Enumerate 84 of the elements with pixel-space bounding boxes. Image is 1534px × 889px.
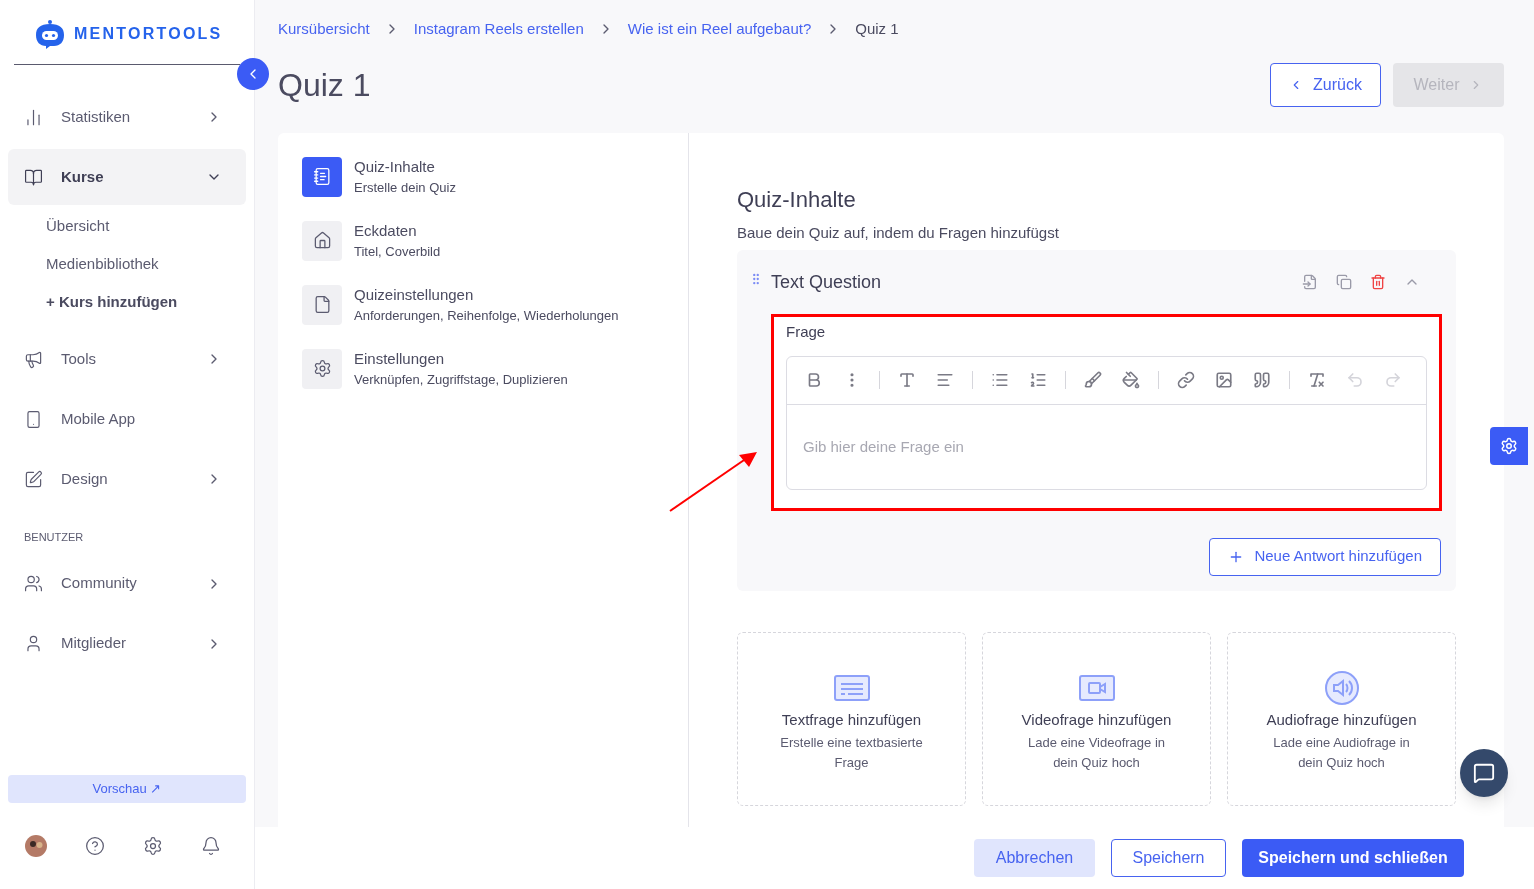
- section-description: Baue dein Quiz auf, indem du Fragen hinzufügst: [737, 222, 1060, 243]
- copy-icon[interactable]: [1336, 274, 1352, 290]
- step-item[interactable]: Quizeinstellungen Anforderungen, Reihenfolge, Wiederholungen: [302, 283, 688, 326]
- save-and-close-button[interactable]: Speichern und schließen: [1242, 839, 1464, 877]
- page-title: Quiz 1: [278, 65, 372, 105]
- save-button[interactable]: Speichern: [1111, 839, 1226, 877]
- add-answer-button[interactable]: Neue Antwort hinzufügen: [1209, 537, 1441, 576]
- delete-icon[interactable]: [1370, 274, 1386, 290]
- nav-icon: [24, 167, 43, 187]
- help-icon[interactable]: [85, 836, 105, 856]
- step-subtitle: Erstelle dein Quiz: [354, 179, 456, 197]
- field-label: Frage: [786, 322, 827, 342]
- nav-icon: [24, 634, 43, 653]
- speaker-icon: [1324, 670, 1359, 705]
- question-input[interactable]: Gib hier deine Frage ein: [787, 404, 1426, 489]
- toolbar-icon[interactable]: [1177, 371, 1195, 389]
- settings-icon: [1500, 437, 1518, 455]
- sidebar-subitem[interactable]: Medienbibliothek: [8, 245, 246, 283]
- sidebar-item[interactable]: Kurse: [8, 149, 246, 205]
- step-item[interactable]: Eckdaten Titel, Coverbild: [302, 219, 688, 262]
- step-item[interactable]: Quiz-Inhalte Erstelle dein Quiz: [302, 155, 688, 198]
- toolbar-icon[interactable]: [898, 371, 916, 389]
- sidebar-item[interactable]: Mobile App: [8, 391, 246, 447]
- sidebar-item[interactable]: Design: [8, 451, 246, 507]
- avatar[interactable]: [25, 835, 47, 857]
- sidebar-item[interactable]: Statistiken: [8, 89, 246, 145]
- toolbar-icon[interactable]: [1084, 371, 1102, 389]
- notification-bell-icon[interactable]: [201, 836, 221, 856]
- nav-icon: [24, 409, 43, 429]
- sidebar-subitem[interactable]: + Kurs hinzufügen: [8, 283, 246, 321]
- toolbar-icon[interactable]: [936, 371, 954, 389]
- add-question-card[interactable]: Audiofrage hinzufügen Lade eine Audiofrage in dein Quiz hoch: [1227, 631, 1456, 806]
- text-lines-icon: [833, 674, 870, 701]
- breadcrumb-link[interactable]: Instagram Reels erstellen: [413, 18, 584, 41]
- card-title: Audiofrage hinzufügen: [1266, 709, 1417, 730]
- step-title: Eckdaten: [354, 220, 418, 241]
- step-icon: [312, 167, 332, 186]
- card-description: Erstelle eine textbasierte Frage: [779, 734, 924, 772]
- step-title: Quizeinstellungen: [354, 284, 475, 305]
- toolbar-icon[interactable]: [1253, 371, 1271, 389]
- sidebar-item[interactable]: Mitglieder: [8, 615, 246, 672]
- nav-icon: [24, 349, 43, 369]
- step-subtitle: Titel, Coverbild: [354, 243, 441, 261]
- card-description: Lade eine Videofrage in dein Quiz hoch: [1026, 734, 1167, 772]
- brand-name: MENTORTOOLS: [74, 24, 223, 44]
- sidebar-subitem[interactable]: Übersicht: [8, 207, 246, 245]
- card-title: Textfrage hinzufügen: [781, 709, 922, 730]
- video-camera-icon: [1078, 674, 1115, 701]
- add-question-card[interactable]: Textfrage hinzufügen Erstelle eine textbasierte Frage: [737, 631, 966, 806]
- toolbar-icon[interactable]: [1215, 371, 1233, 389]
- breadcrumb-link[interactable]: Kursübersicht: [278, 18, 370, 41]
- toolbar-icon[interactable]: [1122, 371, 1140, 389]
- robot-logo-icon: [34, 18, 66, 50]
- card-description: Lade eine Audiofrage in dein Quiz hoch: [1272, 734, 1411, 772]
- step-title: Quiz-Inhalte: [354, 156, 436, 177]
- question-title: Text Question: [771, 270, 883, 294]
- nav-icon: [24, 107, 43, 127]
- settings-icon[interactable]: [143, 836, 163, 856]
- import-file-icon[interactable]: [1302, 274, 1318, 290]
- step-subtitle: Anforderungen, Reihenfolge, Wiederholungen: [354, 307, 619, 325]
- step-icon: [312, 359, 332, 378]
- back-button[interactable]: Zurück: [1270, 62, 1381, 107]
- nav-icon: [24, 469, 43, 489]
- card-title: Videofrage hinzufügen: [1021, 709, 1172, 730]
- chat-icon: [1473, 762, 1495, 784]
- cancel-button[interactable]: Abbrechen: [974, 839, 1095, 877]
- step-icon: [312, 231, 332, 250]
- section-title: Quiz-Inhalte: [737, 185, 857, 214]
- nav-icon: [24, 574, 43, 593]
- sidebar-item[interactable]: Tools: [8, 331, 246, 387]
- add-question-card[interactable]: Videofrage hinzufügen Lade eine Videofrage in dein Quiz hoch: [982, 631, 1211, 806]
- sidebar-item[interactable]: Community: [8, 555, 246, 612]
- section-heading: BENUTZER: [23, 530, 85, 545]
- rich-text-editor[interactable]: Gib hier deine Frage ein: [786, 355, 1427, 490]
- toolbar-icon[interactable]: [1308, 371, 1326, 389]
- preview-button[interactable]: Vorschau ↗: [8, 775, 246, 803]
- collapse-sidebar-button[interactable]: [237, 58, 269, 90]
- step-title: Einstellungen: [354, 348, 446, 369]
- breadcrumb-link[interactable]: Wie ist ein Reel aufgebaut?: [627, 18, 812, 41]
- step-subtitle: Verknüpfen, Zugriffstage, Duplizieren: [354, 371, 568, 389]
- settings-button[interactable]: [1490, 427, 1528, 465]
- toolbar-icon[interactable]: [991, 371, 1009, 389]
- step-item[interactable]: Einstellungen Verknüpfen, Zugriffstage, Duplizieren: [302, 347, 688, 390]
- toolbar-icon[interactable]: [1029, 371, 1047, 389]
